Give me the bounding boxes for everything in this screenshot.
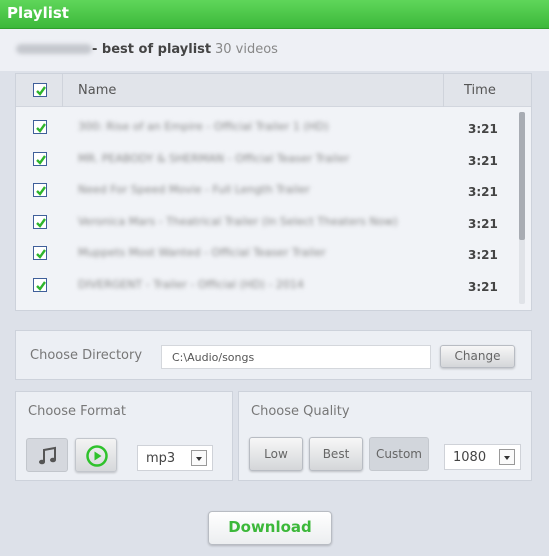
directory-label: Choose Directory [30, 348, 143, 363]
table-row[interactable]: Muppets Most Wanted - Official Teaser Tr… [16, 238, 516, 270]
check-icon [36, 186, 46, 196]
table-row[interactable]: Need For Speed Movie - Full Length Trail… [16, 175, 516, 207]
check-icon [36, 217, 46, 228]
format-label: Choose Format [28, 404, 126, 419]
directory-panel: Choose Directory C:\Audio/songs Change [15, 330, 532, 380]
video-table: Name Time 300: Rise of an Empire - Offic… [15, 73, 532, 311]
video-name: Muppets Most Wanted - Official Teaser Tr… [78, 246, 326, 259]
table-header: Name Time [16, 74, 531, 107]
scrollbar-thumb[interactable] [519, 112, 525, 240]
row-checkbox[interactable] [33, 151, 47, 166]
column-divider [62, 74, 63, 107]
name-prefix: - [92, 42, 102, 57]
table-row[interactable]: 300: Rise of an Empire - Official Traile… [16, 112, 516, 144]
name-text: best of playlist [101, 42, 212, 57]
dropdown-arrow-icon[interactable] [499, 449, 515, 465]
change-directory-button[interactable]: Change [440, 345, 515, 368]
video-name: DIVERGENT - Trailer - Official (HD) - 20… [78, 277, 304, 291]
quality-select-value: 1080 [453, 450, 487, 465]
format-panel: Choose Format mp3 [15, 391, 233, 481]
video-count: 30 videos [215, 42, 278, 57]
video-format-button[interactable] [75, 438, 117, 472]
check-icon [36, 86, 46, 96]
window-title: Playlist [7, 4, 69, 22]
music-note-icon [39, 446, 56, 465]
row-checkbox[interactable] [33, 277, 47, 292]
row-checkbox[interactable] [33, 120, 47, 134]
directory-input[interactable]: C:\Audio/songs [161, 345, 431, 369]
video-time: 3:21 [468, 185, 498, 199]
audio-format-button[interactable] [26, 438, 68, 472]
row-checkbox[interactable] [33, 214, 47, 229]
playlist-owner [16, 44, 92, 54]
quality-low-button[interactable]: Low [249, 437, 303, 471]
format-select-value: mp3 [146, 451, 176, 466]
check-icon [36, 123, 46, 133]
quality-select[interactable]: 1080 [444, 444, 521, 470]
video-time: 3:21 [468, 122, 498, 136]
video-time: 3:21 [468, 153, 498, 168]
quality-custom-button[interactable]: Custom [369, 437, 429, 471]
column-header-time[interactable]: Time [464, 83, 496, 98]
dropdown-arrow-icon[interactable] [191, 450, 207, 466]
play-circle-icon [86, 445, 108, 467]
check-icon [36, 154, 46, 165]
playlist-header: - best of playlist 30 videos [0, 29, 549, 71]
row-checkbox[interactable] [33, 246, 47, 260]
column-header-name[interactable]: Name [78, 83, 116, 98]
select-all-checkbox[interactable] [33, 83, 47, 97]
quality-label: Choose Quality [251, 404, 350, 419]
video-time: 3:21 [468, 248, 498, 262]
video-name: Need For Speed Movie - Full Length Trail… [78, 183, 310, 196]
scrollbar-track[interactable] [519, 112, 525, 304]
check-icon [36, 249, 46, 259]
column-divider [443, 74, 444, 107]
format-select[interactable]: mp3 [137, 445, 213, 471]
table-row[interactable]: DIVERGENT - Trailer - Official (HD) - 20… [16, 270, 516, 302]
video-name: 300: Rise of an Empire - Official Traile… [78, 120, 329, 133]
title-bar: Playlist [0, 0, 549, 29]
video-name: Veronica Mars - Theatrical Trailer (In S… [78, 214, 398, 228]
quality-best-button[interactable]: Best [309, 437, 363, 471]
table-row[interactable]: MR. PEABODY & SHERMAN - Official Teaser … [16, 144, 516, 176]
playlist-name: - best of playlist [92, 42, 211, 57]
row-checkbox[interactable] [33, 183, 47, 197]
video-time: 3:21 [468, 216, 498, 231]
table-row[interactable]: Veronica Mars - Theatrical Trailer (In S… [16, 207, 516, 239]
video-time: 3:21 [468, 279, 498, 294]
download-button[interactable]: Download [208, 511, 332, 545]
video-name: MR. PEABODY & SHERMAN - Official Teaser … [78, 151, 350, 165]
check-icon [36, 280, 46, 291]
quality-panel: Choose Quality Low Best Custom 1080 [238, 391, 532, 481]
